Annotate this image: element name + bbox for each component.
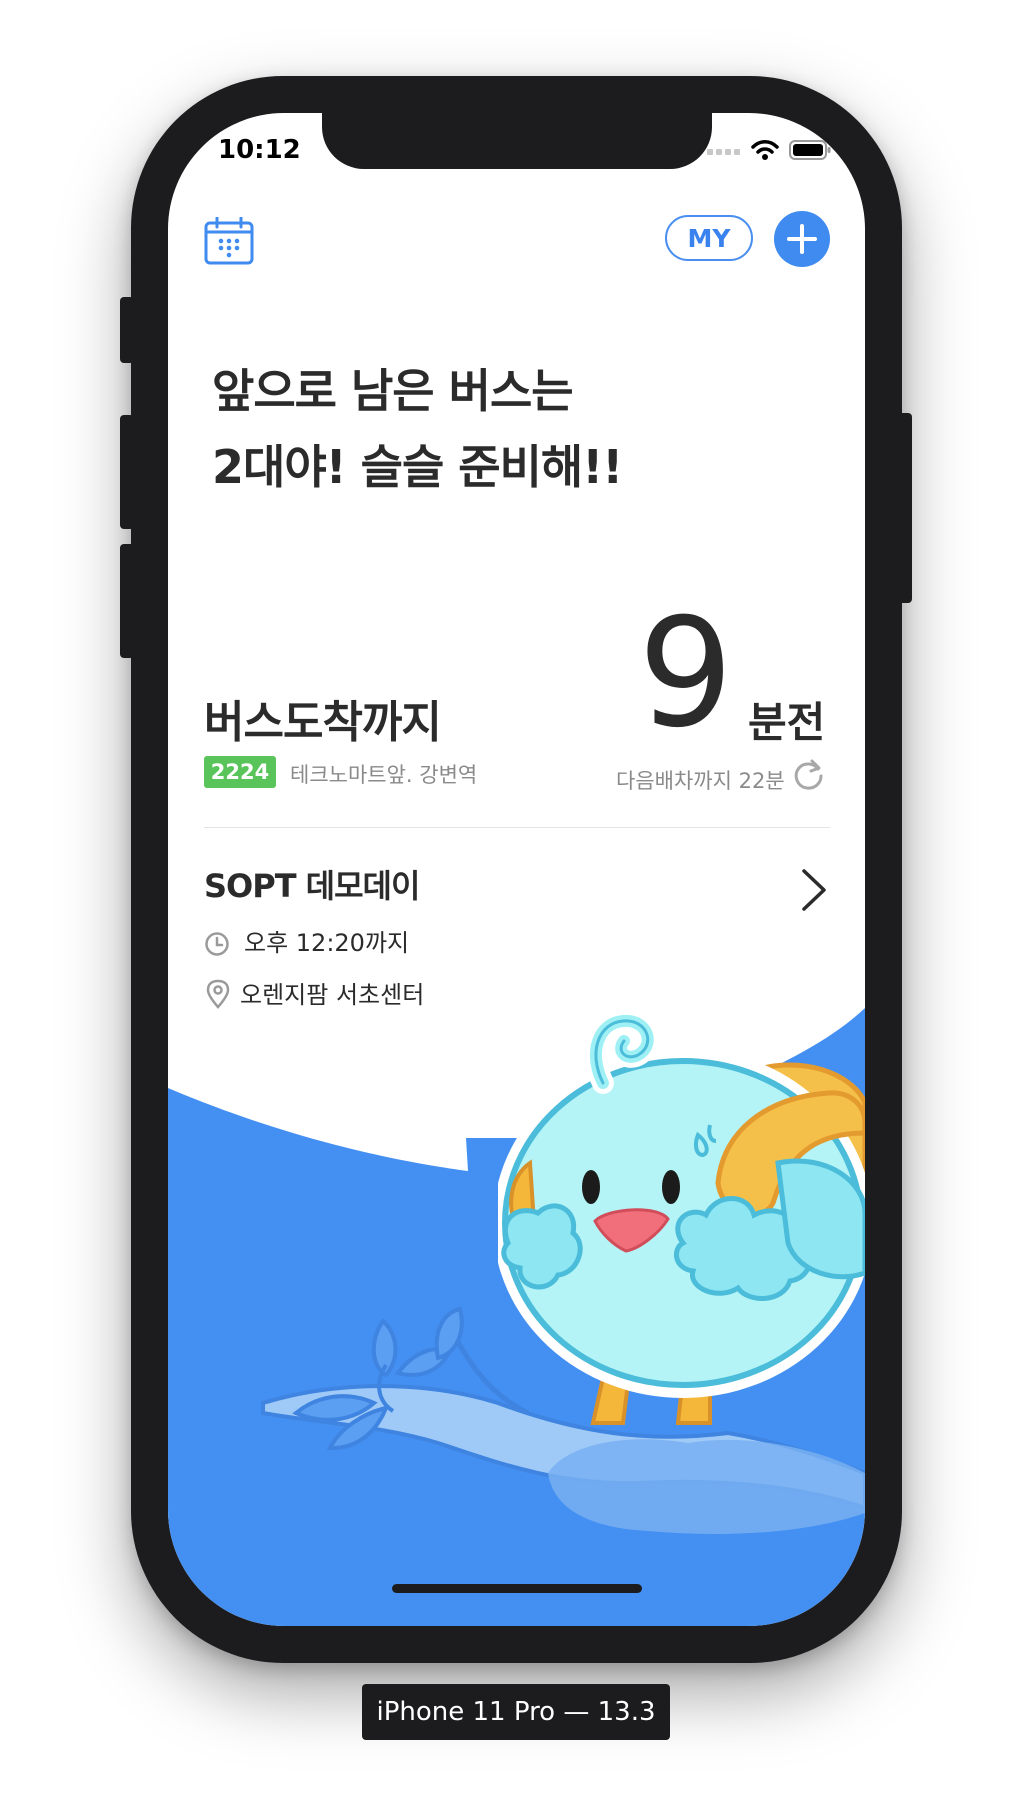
clock-icon xyxy=(205,932,229,956)
schedule-place: 오렌지팜 서초센터 xyxy=(240,981,425,1009)
cellular-icon xyxy=(707,149,740,155)
stop-name: 테크노마트앞. 강변역 xyxy=(290,763,478,787)
power-button xyxy=(898,413,912,603)
silent-switch xyxy=(120,297,134,363)
home-indicator[interactable] xyxy=(392,1584,642,1593)
schedule-time: 오후 12:20까지 xyxy=(244,929,410,957)
arrival-minutes: 9 xyxy=(638,587,734,761)
volume-down-button xyxy=(120,544,134,658)
bird-character xyxy=(498,1010,865,1425)
location-pin-icon xyxy=(206,979,230,1009)
refresh-icon[interactable] xyxy=(792,757,826,793)
notch xyxy=(322,113,712,169)
battery-icon xyxy=(789,140,831,160)
arrival-label: 버스도착까지 xyxy=(204,697,442,748)
schedule-title[interactable]: SOPT 데모데이 xyxy=(204,861,420,907)
chevron-right-icon[interactable] xyxy=(800,868,828,912)
message-line-2: 2대야! 슬슬 준비해!! xyxy=(212,440,623,494)
arrival-unit: 분전 xyxy=(748,698,826,747)
my-button[interactable]: MY xyxy=(665,215,753,261)
status-icons xyxy=(707,139,831,161)
wifi-icon xyxy=(751,140,779,160)
plus-icon xyxy=(787,224,817,254)
add-button[interactable] xyxy=(774,211,830,267)
message-line-1: 앞으로 남은 버스는 xyxy=(212,364,574,418)
app-screen: 10:12 MY 앞으로 남은 버스는 2대야! 슬슬 준비해!! 버스도착까지… xyxy=(168,113,865,1626)
status-time: 10:12 xyxy=(218,135,301,165)
volume-up-button xyxy=(120,415,134,529)
calendar-icon[interactable] xyxy=(204,217,254,265)
simulator-device-label: iPhone 11 Pro — 13.3 xyxy=(362,1684,670,1740)
section-divider xyxy=(204,827,830,828)
route-badge: 2224 xyxy=(204,756,276,788)
next-dispatch: 다음배차까지 22분 xyxy=(616,769,785,793)
